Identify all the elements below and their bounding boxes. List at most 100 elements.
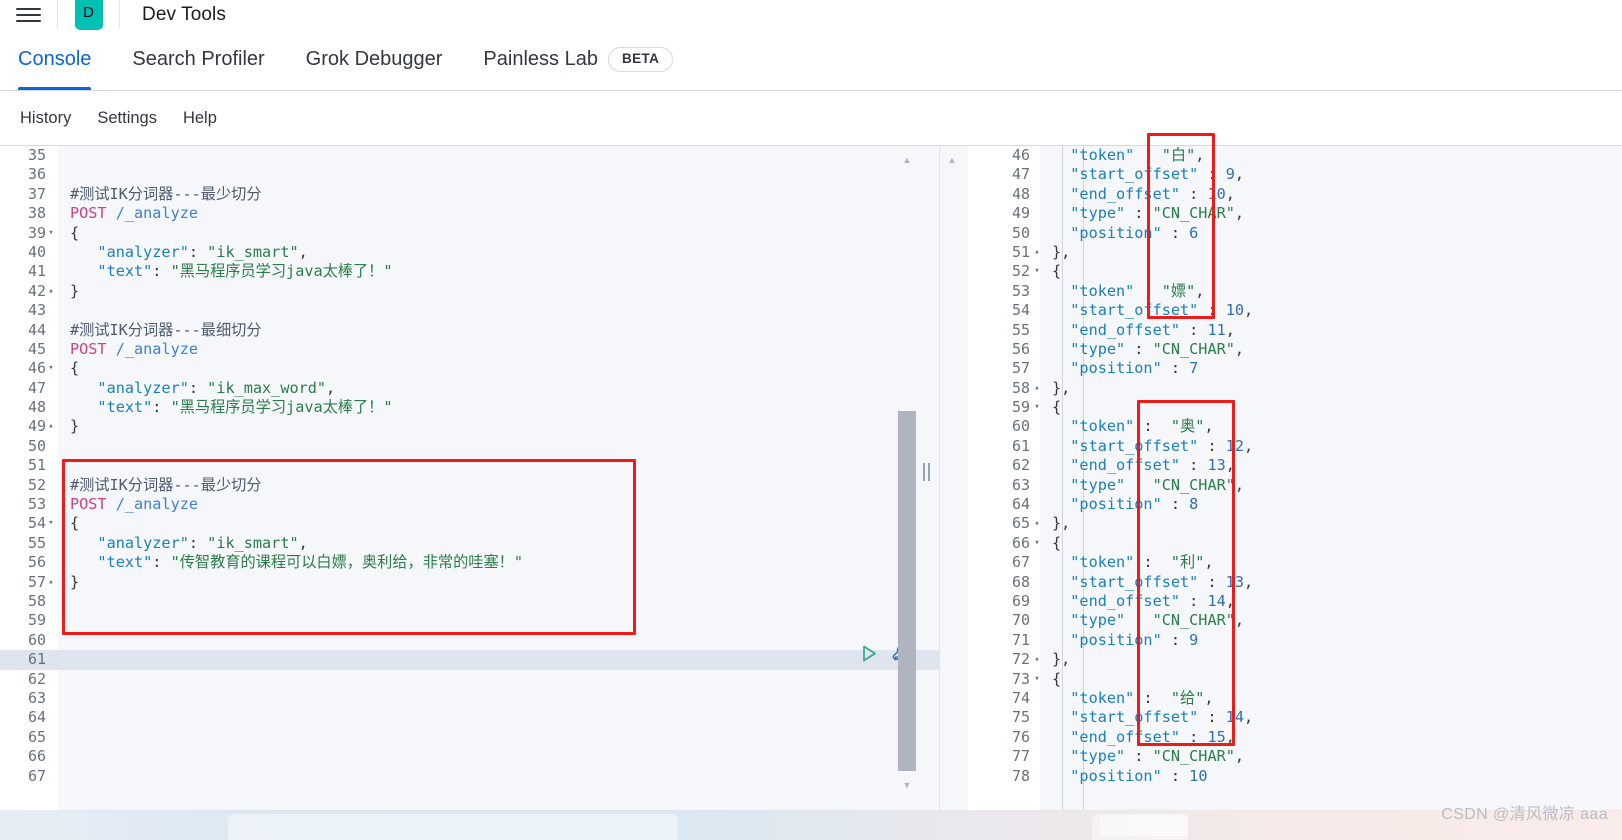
fold-toggle-icon[interactable]: ▴ [1031, 650, 1043, 669]
line-text: "start_offset" : 14, [1052, 708, 1253, 727]
watermark: CSDN @清风微凉 aaa [1441, 806, 1608, 823]
line-text: { [1052, 398, 1061, 417]
code-token: #测试IK分词器---最细切分 [70, 320, 262, 339]
tab-painless-lab[interactable]: Painless Lab BETA [483, 29, 692, 90]
fold-toggle-icon[interactable]: ▴ [45, 573, 57, 592]
scroll-down-icon[interactable]: ▼ [901, 779, 913, 791]
line-text: "type" : "CN_CHAR", [1052, 340, 1244, 359]
line-number: 50 [27, 436, 46, 455]
beta-badge: BETA [607, 47, 674, 72]
scroll-up-icon[interactable]: ▲ [901, 154, 913, 166]
line-number: 41 [27, 262, 46, 281]
line-number: 56 [1011, 339, 1030, 358]
line-number: 61 [1011, 436, 1030, 455]
line-number: 58 [1011, 378, 1030, 397]
code-token: "type" [1052, 339, 1126, 358]
line-text: "position" : 8 [1052, 495, 1198, 514]
line-number: 50 [1011, 223, 1030, 242]
output-scroll-up-icon[interactable]: ▲ [946, 154, 958, 166]
line-number: 61 [27, 650, 46, 669]
code-token: 15 [1207, 727, 1226, 746]
code-token: : [1134, 417, 1162, 436]
fold-toggle-icon[interactable]: ▾ [1031, 534, 1043, 553]
fold-toggle-icon[interactable]: ▴ [1031, 243, 1043, 262]
tab-console[interactable]: Console [18, 29, 110, 90]
code-line: 67 [0, 767, 940, 786]
taskbar-window-1 [228, 814, 678, 840]
fold-toggle-icon[interactable]: ▾ [45, 359, 57, 378]
line-text: "type" : "CN_CHAR", [1052, 204, 1244, 223]
fold-toggle-icon[interactable]: ▾ [1031, 398, 1043, 417]
code-line: 40 "analyzer": "ik_smart", [0, 243, 940, 262]
code-line: 47 "start_offset" : 9, [940, 165, 1622, 184]
code-line: 43 [0, 301, 940, 320]
code-line: 49 ▴} [0, 417, 940, 436]
editor-scrollbar-thumb[interactable] [898, 411, 916, 771]
line-number: 63 [1011, 475, 1030, 494]
editor-lines[interactable]: 35 36 37 #测试IK分词器---最少切分 38 POST /_analyze 39 ▾… [0, 146, 940, 786]
line-number: 62 [1011, 456, 1030, 475]
response-output-pane[interactable]: 46 "token" : "白", 47 "start_offset" : 9, 4… [940, 146, 1622, 811]
code-line: 54 ▾ { [0, 514, 940, 533]
code-token: 9 [1225, 165, 1235, 184]
code-token: "text" [70, 553, 153, 572]
code-line: 72 ▴}, [940, 650, 1622, 669]
submenu-item-help[interactable]: Help [183, 109, 217, 128]
code-token: "token" [1052, 417, 1135, 436]
line-number: 65 [1011, 514, 1030, 533]
code-token: , [326, 378, 336, 397]
fold-toggle-icon[interactable]: ▴ [1031, 379, 1043, 398]
tab-grok-debugger[interactable]: Grok Debugger [306, 29, 462, 90]
submenu-item-history[interactable]: History [20, 109, 71, 128]
tab-search-profiler[interactable]: Search Profiler [132, 29, 283, 90]
request-editor-pane[interactable]: 35 36 37 #测试IK分词器---最少切分 38 POST /_analyze 39 ▾… [0, 146, 940, 811]
code-token: "白" [1161, 146, 1196, 164]
code-token: 14 [1207, 591, 1226, 610]
code-token: : [1161, 630, 1190, 649]
output-lines: 46 "token" : "白", 47 "start_offset" : 9, 4… [940, 146, 1622, 786]
fold-toggle-icon[interactable]: ▴ [45, 417, 57, 436]
fold-toggle-icon[interactable]: ▾ [1031, 262, 1043, 281]
code-line: 58 [0, 592, 940, 611]
code-token: { [70, 223, 80, 242]
line-text: "text": "传智教育的课程可以白嫖，奥利给，非常的哇塞！" [70, 553, 523, 572]
editor-scrollbar[interactable]: ▲ ▼ [898, 146, 916, 811]
line-text: "token" : "白", [1052, 146, 1204, 165]
code-token: , [1195, 146, 1205, 164]
code-line: 59 ▾ { [940, 398, 1622, 417]
code-line: 63 "type" : "CN_CHAR", [940, 476, 1622, 495]
submenu-item-settings[interactable]: Settings [97, 109, 157, 128]
fold-toggle-icon[interactable]: ▾ [1031, 670, 1043, 689]
code-token: , [1244, 436, 1254, 455]
code-token: : [1134, 553, 1162, 572]
code-token: : [152, 262, 171, 281]
code-token: , [1195, 281, 1205, 300]
pane-splitter-handle[interactable] [920, 461, 932, 483]
play-icon[interactable] [860, 644, 879, 663]
fold-toggle-icon[interactable]: ▴ [45, 282, 57, 301]
hamburger-icon[interactable] [0, 0, 58, 29]
line-text: "analyzer": "ik_smart", [70, 243, 307, 262]
line-number: 69 [1011, 591, 1030, 610]
logo-letter: D [74, 0, 103, 30]
code-token: 7 [1189, 359, 1199, 378]
fold-toggle-icon[interactable]: ▴ [1031, 514, 1043, 533]
line-number: 47 [1011, 165, 1030, 184]
line-number: 46 [27, 359, 46, 378]
app-logo[interactable]: D [58, 0, 120, 30]
fold-toggle-icon[interactable]: ▾ [45, 514, 57, 533]
line-text: "end_offset" : 10, [1052, 185, 1235, 204]
code-line: 48 "end_offset" : 10, [940, 185, 1622, 204]
code-line: 76 "end_offset" : 15, [940, 728, 1622, 747]
line-number: 55 [1011, 320, 1030, 339]
code-line: 56 "text": "传智教育的课程可以白嫖，奥利给，非常的哇塞！" [0, 553, 940, 572]
code-token: "token" [1052, 146, 1135, 164]
fold-toggle-icon[interactable]: ▾ [45, 224, 57, 243]
code-token: , [1225, 456, 1235, 475]
line-number: 77 [1011, 747, 1030, 766]
line-number: 75 [1011, 708, 1030, 727]
line-number: 52 [27, 475, 46, 494]
code-token: { [70, 514, 80, 533]
